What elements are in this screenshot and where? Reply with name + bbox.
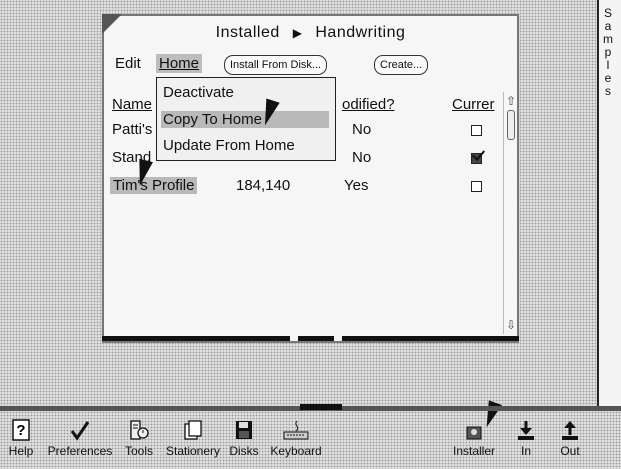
dock-label: Stationery	[165, 444, 221, 458]
dock-label: Out	[560, 444, 580, 458]
dock-label: In	[520, 444, 531, 458]
menu-edit[interactable]: Edit	[112, 54, 144, 73]
column-header-modified[interactable]: odified?	[342, 96, 395, 113]
keyboard-icon	[263, 415, 329, 441]
install-from-disk-button[interactable]: Install From Disk...	[224, 55, 328, 75]
row-current-checkbox[interactable]	[471, 153, 482, 164]
scroll-up-arrow-icon[interactable]: ⇧	[505, 94, 517, 108]
row-size: 184,140	[236, 177, 291, 194]
row-modified: Yes	[344, 177, 369, 194]
row-name: Patti's	[112, 121, 153, 138]
row-name: Tim's Profile	[110, 177, 198, 194]
dock-label: Installer	[452, 444, 496, 458]
create-button[interactable]: Create...	[374, 55, 429, 75]
dock-disks-button[interactable]: Disks	[228, 415, 260, 458]
help-icon: ?	[4, 415, 38, 441]
menu-item-deactivate[interactable]: Deactivate	[163, 84, 234, 101]
dock-tools-button[interactable]: Tools	[121, 415, 157, 458]
breadcrumb-installed[interactable]: Installed	[216, 24, 280, 41]
button-bar: ? Help Preferences Tools Stationery Disk…	[0, 411, 621, 469]
dock-stationery-button[interactable]: Stationery	[160, 415, 226, 458]
window-bottom-notch	[334, 336, 342, 341]
row-current-checkbox[interactable]	[471, 181, 482, 192]
dock-label: Disks	[229, 444, 259, 458]
tools-icon	[121, 415, 157, 441]
vertical-scrollbar[interactable]: ⇧ ⇩	[503, 92, 518, 334]
stationery-icon	[160, 415, 226, 441]
samples-edge-tab[interactable]: Samples	[597, 0, 621, 408]
menu-item-update-from-home[interactable]: Update From Home	[163, 137, 295, 154]
dock-installer-button[interactable]: Installer	[444, 415, 504, 458]
scroll-thumb[interactable]	[507, 110, 515, 140]
inbox-arrow-icon	[512, 415, 540, 441]
installed-handwriting-window: Installed ▶ Handwriting Edit Home Instal…	[102, 14, 519, 343]
dock-keyboard-button[interactable]: Keyboard	[263, 415, 329, 458]
row-modified: No	[352, 121, 372, 138]
dock-divider-handle[interactable]	[300, 404, 342, 410]
dock-out-button[interactable]: Out	[552, 415, 588, 458]
window-bottom-border	[102, 336, 519, 341]
dock-in-button[interactable]: In	[512, 415, 540, 458]
dock-help-button[interactable]: ? Help	[4, 415, 38, 458]
menu-home[interactable]: Home	[156, 54, 203, 73]
checkmark-icon	[42, 415, 118, 441]
scroll-down-arrow-icon[interactable]: ⇩	[505, 318, 517, 332]
dock-label: Tools	[124, 444, 153, 458]
row-modified: No	[352, 149, 372, 166]
window-bottom-notch	[290, 336, 298, 341]
dock-label: Preferences	[47, 444, 113, 458]
dock-label: Help	[8, 444, 34, 458]
disk-icon	[228, 415, 260, 441]
menu-item-copy-to-home[interactable]: Copy To Home	[161, 111, 329, 128]
breadcrumb-arrow-icon: ▶	[292, 26, 303, 40]
samples-tab-label: Samples	[601, 6, 615, 97]
column-header-name[interactable]: Name	[112, 96, 152, 113]
window-title: Installed ▶ Handwriting	[104, 24, 517, 42]
dock-preferences-button[interactable]: Preferences	[42, 415, 118, 458]
svg-text:?: ?	[16, 422, 25, 439]
dock-label: Keyboard	[270, 444, 322, 458]
home-dropdown-menu: Deactivate Copy To Home Update From Home	[156, 77, 336, 161]
column-header-current[interactable]: Currer	[452, 96, 495, 113]
installer-icon	[444, 415, 504, 441]
breadcrumb-handwriting: Handwriting	[315, 24, 406, 41]
outbox-arrow-icon	[552, 415, 588, 441]
row-current-checkbox[interactable]	[471, 125, 482, 136]
